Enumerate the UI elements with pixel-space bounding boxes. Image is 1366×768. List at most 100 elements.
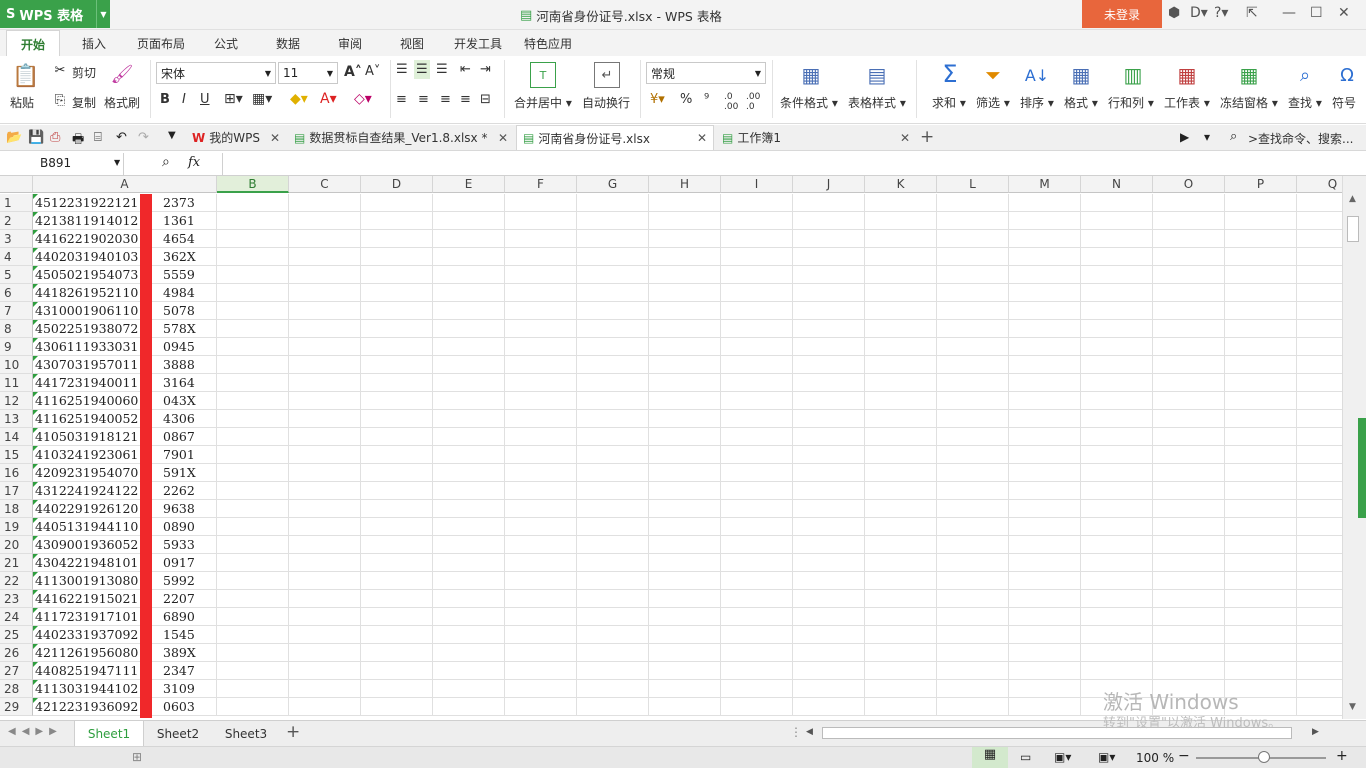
grid-cell[interactable] xyxy=(1153,356,1225,374)
grid-cell[interactable] xyxy=(289,194,361,212)
grid-cell[interactable] xyxy=(937,698,1009,716)
grid-cell[interactable] xyxy=(865,608,937,626)
row-header[interactable]: 15 xyxy=(0,446,33,464)
grid-cell[interactable] xyxy=(721,608,793,626)
justify-icon[interactable]: ≡ xyxy=(460,92,471,107)
grid-cell[interactable] xyxy=(721,446,793,464)
grid-cell[interactable] xyxy=(721,536,793,554)
grid-cell[interactable] xyxy=(937,194,1009,212)
close-icon[interactable]: ✕ xyxy=(1338,5,1350,21)
login-button[interactable]: 未登录 xyxy=(1082,0,1162,28)
save-icon[interactable]: 💾 xyxy=(28,130,44,145)
grid-cell[interactable] xyxy=(937,392,1009,410)
grid-cell[interactable] xyxy=(649,248,721,266)
grid-cell[interactable] xyxy=(1225,302,1297,320)
row-header[interactable]: 26 xyxy=(0,644,33,662)
grid-cell[interactable] xyxy=(649,320,721,338)
grid-cell[interactable] xyxy=(1297,626,1342,644)
grid-cell[interactable] xyxy=(721,590,793,608)
percent-icon[interactable]: % xyxy=(680,92,692,107)
grid-cell[interactable] xyxy=(505,608,577,626)
grid-cell[interactable] xyxy=(721,374,793,392)
grid-cell[interactable] xyxy=(217,212,289,230)
format-painter-button[interactable]: 格式刷 xyxy=(104,94,140,111)
grid-cell[interactable] xyxy=(1225,212,1297,230)
freeze-button[interactable]: 冻结窗格 ▾ xyxy=(1220,94,1278,111)
grid-cell[interactable] xyxy=(721,626,793,644)
grid-cell[interactable] xyxy=(937,626,1009,644)
column-header-c[interactable]: C xyxy=(289,176,361,193)
grid-cell[interactable] xyxy=(1153,410,1225,428)
grid-cell[interactable] xyxy=(793,590,865,608)
grid-cell[interactable] xyxy=(1297,608,1342,626)
grid-cell[interactable] xyxy=(361,572,433,590)
grid-cell[interactable] xyxy=(649,482,721,500)
grid-cell[interactable] xyxy=(577,446,649,464)
grid-cell[interactable] xyxy=(1153,212,1225,230)
grid-cell[interactable] xyxy=(937,590,1009,608)
grid-cell[interactable] xyxy=(289,320,361,338)
grid-cell[interactable] xyxy=(1081,626,1153,644)
grid-cell[interactable] xyxy=(433,338,505,356)
grid-cell[interactable] xyxy=(217,626,289,644)
grid-cell[interactable] xyxy=(1009,194,1081,212)
add-sheet-icon[interactable]: + xyxy=(286,722,300,742)
grid-cell[interactable] xyxy=(217,302,289,320)
grid-cell[interactable] xyxy=(361,608,433,626)
wrap-text-button[interactable]: 自动换行 xyxy=(582,94,630,111)
underline-icon[interactable]: U xyxy=(200,92,210,107)
zoom-level[interactable]: 100 % xyxy=(1136,751,1174,765)
grid-cell[interactable] xyxy=(1153,608,1225,626)
row-header[interactable]: 19 xyxy=(0,518,33,536)
grid-cell[interactable] xyxy=(577,194,649,212)
grid-cell[interactable] xyxy=(1081,212,1153,230)
grid-cell[interactable] xyxy=(865,590,937,608)
grid-cell[interactable] xyxy=(937,500,1009,518)
grid-cell[interactable] xyxy=(1009,608,1081,626)
grid-cell[interactable] xyxy=(865,302,937,320)
grid-cell[interactable] xyxy=(793,428,865,446)
grid-cell[interactable] xyxy=(577,572,649,590)
grid-cell[interactable] xyxy=(937,410,1009,428)
grid-cell[interactable] xyxy=(505,320,577,338)
grid-cell[interactable] xyxy=(505,482,577,500)
worksheet-icon[interactable]: ▦ xyxy=(1174,62,1200,88)
grid-cell[interactable] xyxy=(1225,374,1297,392)
id-number-cell[interactable]: 4402291926120 9638 xyxy=(33,500,217,518)
row-header[interactable]: 9 xyxy=(0,338,33,356)
grid-cell[interactable] xyxy=(1153,392,1225,410)
grid-cell[interactable] xyxy=(289,500,361,518)
grid-cell[interactable] xyxy=(433,518,505,536)
grid-cell[interactable] xyxy=(1009,698,1081,716)
grid-cell[interactable] xyxy=(1153,662,1225,680)
grid-cell[interactable] xyxy=(1009,428,1081,446)
tab-data[interactable]: 数据 xyxy=(276,35,300,52)
grid-cell[interactable] xyxy=(577,266,649,284)
column-header-a[interactable]: A xyxy=(33,176,217,193)
decrease-font-icon[interactable]: A˅ xyxy=(365,64,380,79)
grid-cell[interactable] xyxy=(793,392,865,410)
grid-cell[interactable] xyxy=(937,356,1009,374)
grid-cell[interactable] xyxy=(1009,212,1081,230)
grid-cell[interactable] xyxy=(1297,446,1342,464)
grid-cell[interactable] xyxy=(1225,194,1297,212)
grid-cell[interactable] xyxy=(505,500,577,518)
id-number-cell[interactable]: 4116251940052 4306 xyxy=(33,410,217,428)
grid-cell[interactable] xyxy=(1153,194,1225,212)
grid-cell[interactable] xyxy=(361,662,433,680)
grid-cell[interactable] xyxy=(505,590,577,608)
grid-cell[interactable] xyxy=(577,248,649,266)
grid-cell[interactable] xyxy=(649,428,721,446)
grid-cell[interactable] xyxy=(577,626,649,644)
row-header[interactable]: 13 xyxy=(0,410,33,428)
grid-cell[interactable] xyxy=(433,572,505,590)
grid-cell[interactable] xyxy=(1225,590,1297,608)
open-folder-icon[interactable]: 📂 xyxy=(6,130,22,145)
grid-cell[interactable] xyxy=(1225,410,1297,428)
grid-cell[interactable] xyxy=(289,410,361,428)
row-col-button[interactable]: 行和列 ▾ xyxy=(1108,94,1154,111)
italic-icon[interactable]: I xyxy=(182,92,186,107)
grid-cell[interactable] xyxy=(721,698,793,716)
grid-cell[interactable] xyxy=(1009,590,1081,608)
column-header-n[interactable]: N xyxy=(1081,176,1153,193)
